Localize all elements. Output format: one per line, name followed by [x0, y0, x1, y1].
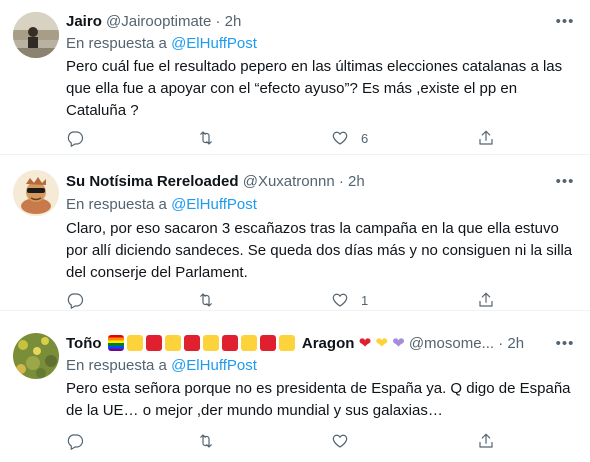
reply-button[interactable] [66, 290, 96, 310]
like-icon [332, 293, 348, 307]
separator-dot: · [215, 13, 221, 30]
reply-mention-link[interactable]: @ElHuffPost [171, 196, 257, 213]
red-square-icon [221, 335, 238, 351]
retweet-icon [200, 293, 212, 307]
user-handle[interactable]: @Jairooptimate [106, 13, 211, 30]
display-name-prefix[interactable]: Toño [66, 335, 102, 352]
like-icon [332, 434, 348, 448]
yellow-square-icon [126, 335, 143, 351]
display-name-suffix[interactable]: Aragon [302, 335, 355, 352]
reply-prefix: En respuesta a [66, 196, 167, 213]
more-icon[interactable]: ••• [554, 334, 576, 354]
avatar-image [13, 333, 59, 379]
yellow-square-icon [164, 335, 181, 351]
share-icon [479, 130, 493, 145]
more-icon[interactable]: ••• [554, 172, 576, 192]
rainbow-flag-icon [107, 335, 124, 351]
avatar-image [13, 170, 59, 216]
tweet-header: Toño Aragon ❤ ❤ ❤ @mosome... · 2h [66, 334, 524, 354]
red-square-icon [259, 335, 276, 351]
yellow-heart-icon: ❤ [375, 335, 388, 352]
share-icon [479, 433, 493, 448]
avatar[interactable] [13, 333, 59, 379]
reply-icon [67, 131, 84, 147]
reply-context: En respuesta a @ElHuffPost [66, 34, 257, 54]
reply-context: En respuesta a @ElHuffPost [66, 195, 257, 215]
yellow-square-icon [278, 335, 295, 351]
reply-button[interactable] [66, 431, 96, 451]
name-emojis [107, 335, 302, 352]
tweet[interactable]: Jairo @Jairooptimate · 2h ••• En respues… [0, 0, 590, 155]
tweet-header: Jairo @Jairooptimate · 2h [66, 12, 241, 32]
retweet-button[interactable] [197, 128, 227, 148]
reply-prefix: En respuesta a [66, 357, 167, 374]
display-name[interactable]: Su Notísima Rereloaded [66, 173, 239, 190]
share-button[interactable] [477, 290, 495, 310]
share-button[interactable] [477, 431, 495, 451]
share-button[interactable] [477, 128, 495, 148]
share-icon [479, 292, 493, 307]
reply-context: En respuesta a @ElHuffPost [66, 356, 257, 376]
reply-icon [67, 434, 84, 450]
like-button[interactable] [331, 431, 361, 451]
reply-mention-link[interactable]: @ElHuffPost [171, 35, 257, 52]
retweet-button[interactable] [197, 431, 227, 451]
reply-icon [67, 293, 84, 309]
separator-dot: · [338, 173, 344, 190]
red-square-icon [145, 335, 162, 351]
reply-prefix: En respuesta a [66, 35, 167, 52]
tweet[interactable]: Su Notísima Rereloaded @Xuxatronnn · 2h … [0, 155, 590, 311]
avatar[interactable] [13, 170, 59, 216]
red-heart-icon: ❤ [358, 335, 372, 352]
tweet-text: Pero cuál fue el resultado pepero en las… [66, 58, 563, 119]
reply-mention-link[interactable]: @ElHuffPost [171, 357, 257, 374]
avatar[interactable] [13, 12, 59, 58]
display-name[interactable]: Jairo [66, 13, 102, 30]
retweet-icon [200, 434, 212, 448]
tweet-text: Claro, por eso sacaron 3 escañazos tras … [66, 220, 573, 281]
timestamp[interactable]: 2h [225, 13, 242, 30]
separator-dot: · [498, 335, 504, 352]
user-handle[interactable]: @Xuxatronnn [243, 173, 335, 190]
tweet[interactable]: Toño Aragon ❤ ❤ ❤ @mosome... · 2h ••• En… [0, 311, 590, 462]
timestamp[interactable]: 2h [348, 173, 365, 190]
yellow-square-icon [240, 335, 257, 351]
yellow-square-icon [202, 335, 219, 351]
like-button[interactable]: 1 [331, 290, 368, 310]
red-square-icon [183, 335, 200, 351]
purple-heart-icon: ❤ [392, 335, 405, 352]
like-count: 6 [361, 130, 369, 146]
retweet-button[interactable] [197, 290, 227, 310]
tweet-text: Pero esta señora porque no es presidenta… [66, 380, 571, 419]
like-count: 1 [361, 292, 369, 308]
retweet-icon [200, 131, 212, 145]
user-handle[interactable]: @mosome... [409, 335, 494, 352]
more-icon[interactable]: ••• [554, 12, 576, 32]
like-icon [332, 131, 348, 145]
tweet-header: Su Notísima Rereloaded @Xuxatronnn · 2h [66, 172, 365, 192]
timestamp[interactable]: 2h [507, 335, 524, 352]
like-button[interactable]: 6 [331, 128, 368, 148]
avatar-image [13, 12, 59, 58]
reply-button[interactable] [66, 128, 96, 148]
